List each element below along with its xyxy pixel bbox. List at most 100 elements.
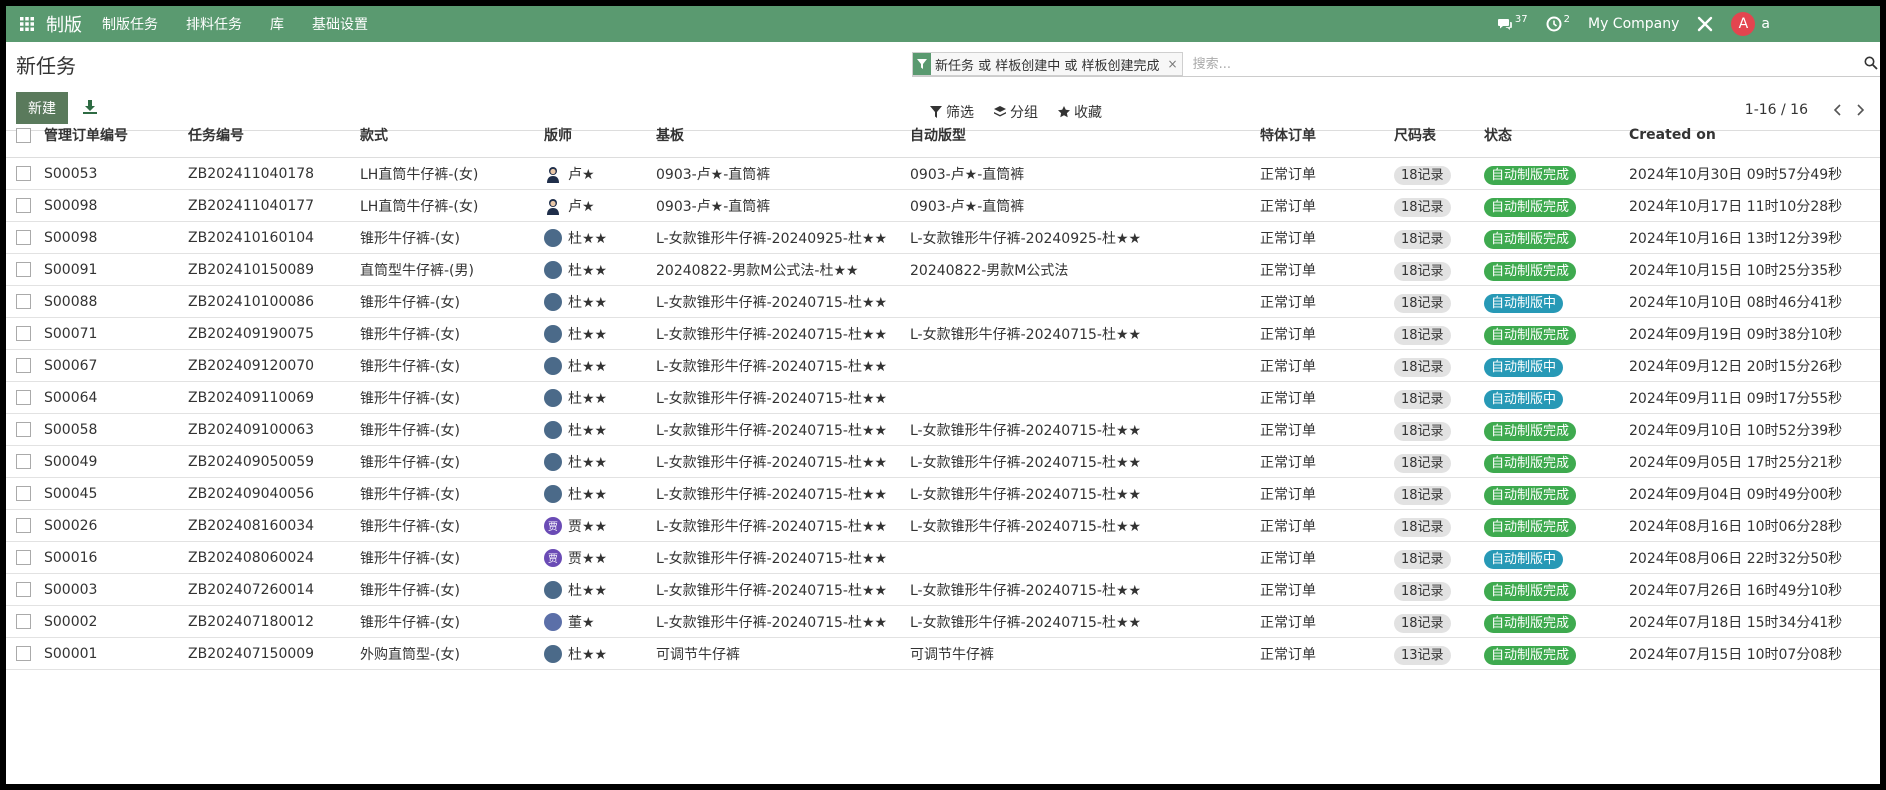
app-window: 制版 制版任务 排料任务 库 基础设置 37 2 My Company A a …	[6, 6, 1880, 784]
cell-base-pattern: L-女款锥形牛仔裤-20240715-杜★★	[656, 317, 910, 350]
cell-style: 锥形牛仔裤-(女)	[360, 381, 544, 414]
row-checkbox[interactable]	[6, 541, 44, 574]
designer-name: 杜★★	[568, 454, 608, 471]
search-icon[interactable]	[1864, 56, 1878, 70]
table-row[interactable]: S00091 ZB202410150089 直筒型牛仔裤-(男) 杜★★ 2024082…	[6, 253, 1880, 286]
activities-menu[interactable]: 2	[1546, 14, 1570, 32]
cell-task-no: ZB202409100063	[188, 413, 360, 446]
cell-created-on: 2024年10月10日 08时46分41秒	[1629, 285, 1880, 318]
cell-special-order: 正常订单	[1260, 189, 1394, 222]
table-row[interactable]: S00026 ZB202408160034 锥形牛仔裤-(女) 贾贾★★ L-女款锥形牛…	[6, 509, 1880, 542]
table-row[interactable]: S00098 ZB202410160104 锥形牛仔裤-(女) 杜★★ L-女款锥形牛仔…	[6, 221, 1880, 254]
designer-avatar	[544, 484, 562, 503]
table-row[interactable]: S00064 ZB202409110069 锥形牛仔裤-(女) 杜★★ L-女款锥形牛仔…	[6, 381, 1880, 414]
menu-item-pattern-tasks[interactable]: 制版任务	[102, 14, 158, 34]
column-header[interactable]: 基板	[656, 113, 910, 158]
table-row[interactable]: S00053 ZB202411040178 LH直筒牛仔裤-(女) 卢★ 0903-卢★…	[6, 157, 1880, 190]
cell-base-pattern: 20240822-男款M公式法-杜★★	[656, 253, 910, 286]
column-header[interactable]: 管理订单编号	[44, 113, 188, 158]
cell-status: 自动制版完成	[1484, 253, 1629, 286]
column-header[interactable]: 版师	[544, 113, 656, 158]
search-input[interactable]	[1190, 55, 1795, 73]
size-chart-tag: 13记录	[1394, 646, 1451, 665]
menu-item-library[interactable]: 库	[270, 14, 284, 34]
row-checkbox[interactable]	[6, 381, 44, 414]
menu-item-nesting-tasks[interactable]: 排料任务	[186, 14, 242, 34]
row-checkbox[interactable]	[6, 285, 44, 318]
row-checkbox[interactable]	[6, 637, 44, 670]
table-row[interactable]: S00088 ZB202410100086 锥形牛仔裤-(女) 杜★★ L-女款锥形牛仔…	[6, 285, 1880, 318]
row-checkbox[interactable]	[6, 349, 44, 382]
cell-created-on: 2024年07月18日 15时34分41秒	[1629, 605, 1880, 638]
row-checkbox[interactable]	[6, 221, 44, 254]
column-header[interactable]: 状态	[1484, 113, 1629, 158]
table-row[interactable]: S00058 ZB202409100063 锥形牛仔裤-(女) 杜★★ L-女款锥形牛仔…	[6, 413, 1880, 446]
user-name[interactable]: a	[1761, 16, 1770, 32]
row-checkbox[interactable]	[6, 413, 44, 446]
status-badge: 自动制版完成	[1484, 422, 1577, 441]
cell-size-chart: 18记录	[1394, 605, 1484, 638]
table-row[interactable]: S00002 ZB202407180012 锥形牛仔裤-(女) 董★ L-女款锥形牛仔裤…	[6, 605, 1880, 638]
cell-task-no: ZB202409110069	[188, 381, 360, 414]
row-checkbox[interactable]	[6, 317, 44, 350]
app-title[interactable]: 制版	[46, 11, 82, 37]
designer-avatar	[544, 165, 562, 183]
designer-avatar: 贾	[544, 516, 562, 535]
select-all-checkbox[interactable]	[6, 113, 44, 158]
cell-size-chart: 18记录	[1394, 317, 1484, 350]
facet-text: 新任务 或 样板创建中 或 样板创建完成	[935, 58, 1160, 74]
row-checkbox[interactable]	[6, 189, 44, 222]
cell-special-order: 正常订单	[1260, 285, 1394, 318]
row-checkbox[interactable]	[6, 445, 44, 478]
cell-base-pattern: L-女款锥形牛仔裤-20240715-杜★★	[656, 605, 910, 638]
messages-menu[interactable]: 37	[1497, 14, 1528, 32]
cell-status: 自动制版完成	[1484, 445, 1629, 478]
table-row[interactable]: S00016 ZB202408060024 锥形牛仔裤-(女) 贾贾★★ L-女款锥形牛…	[6, 541, 1880, 574]
table-row[interactable]: S00001 ZB202407150009 外购直筒型-(女) 杜★★ 可调节牛仔裤 可调…	[6, 637, 1880, 670]
table-row[interactable]: S00049 ZB202409050059 锥形牛仔裤-(女) 杜★★ L-女款锥形牛仔…	[6, 445, 1880, 478]
apps-grid-icon[interactable]	[10, 17, 44, 31]
designer-name: 杜★★	[568, 582, 608, 599]
cell-size-chart: 18记录	[1394, 349, 1484, 382]
column-header[interactable]: 特体订单	[1260, 113, 1394, 158]
debug-tools[interactable]	[1697, 16, 1713, 32]
column-header[interactable]: Created on	[1629, 113, 1880, 158]
status-badge: 自动制版中	[1484, 550, 1564, 569]
column-header[interactable]: 任务编号	[188, 113, 360, 158]
designer-avatar	[544, 452, 562, 471]
user-avatar[interactable]: A	[1731, 12, 1756, 36]
column-header[interactable]: 自动版型	[910, 113, 1260, 158]
row-checkbox[interactable]	[6, 157, 44, 190]
company-switcher[interactable]: My Company	[1588, 16, 1679, 32]
designer-name: 卢★	[568, 198, 595, 215]
row-checkbox[interactable]	[6, 477, 44, 510]
row-checkbox[interactable]	[6, 253, 44, 286]
column-header[interactable]: 款式	[360, 113, 544, 158]
table-row[interactable]: S00003 ZB202407260014 锥形牛仔裤-(女) 杜★★ L-女款锥形牛仔…	[6, 573, 1880, 606]
cell-created-on: 2024年07月26日 16时49分10秒	[1629, 573, 1880, 606]
cell-base-pattern: L-女款锥形牛仔裤-20240715-杜★★	[656, 445, 910, 478]
column-header[interactable]: 尺码表	[1394, 113, 1484, 158]
cell-auto-pattern: L-女款锥形牛仔裤-20240715-杜★★	[910, 477, 1260, 510]
row-checkbox[interactable]	[6, 605, 44, 638]
facet-remove-button[interactable]: ×	[1164, 57, 1182, 71]
cell-size-chart: 18记录	[1394, 573, 1484, 606]
cell-size-chart: 18记录	[1394, 509, 1484, 542]
table-row[interactable]: S00071 ZB202409190075 锥形牛仔裤-(女) 杜★★ L-女款锥形牛仔…	[6, 317, 1880, 350]
size-chart-tag: 18记录	[1394, 166, 1451, 185]
cell-status: 自动制版完成	[1484, 573, 1629, 606]
menu-item-settings[interactable]: 基础设置	[312, 14, 368, 34]
table-row[interactable]: S00045 ZB202409040056 锥形牛仔裤-(女) 杜★★ L-女款锥形牛仔…	[6, 477, 1880, 510]
cell-style: 锥形牛仔裤-(女)	[360, 541, 544, 574]
cell-created-on: 2024年07月15日 10时07分08秒	[1629, 637, 1880, 670]
cell-status: 自动制版中	[1484, 349, 1629, 382]
cell-special-order: 正常订单	[1260, 253, 1394, 286]
cell-designer: 杜★★	[544, 477, 656, 510]
row-checkbox[interactable]	[6, 509, 44, 542]
row-checkbox[interactable]	[6, 573, 44, 606]
cell-style: 锥形牛仔裤-(女)	[360, 285, 544, 318]
size-chart-tag: 18记录	[1394, 614, 1451, 633]
table-row[interactable]: S00067 ZB202409120070 锥形牛仔裤-(女) 杜★★ L-女款锥形牛仔…	[6, 349, 1880, 382]
size-chart-tag: 18记录	[1394, 390, 1451, 409]
table-row[interactable]: S00098 ZB202411040177 LH直筒牛仔裤-(女) 卢★ 0903-卢★…	[6, 189, 1880, 222]
